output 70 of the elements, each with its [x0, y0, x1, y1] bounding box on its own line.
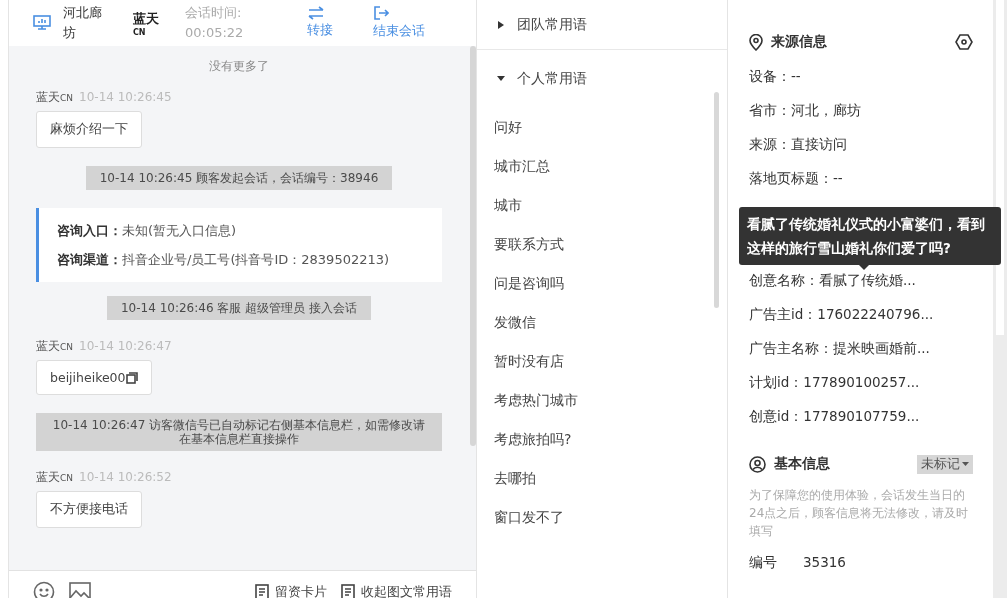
toolbar-button[interactable]: 收起图文常用语 — [341, 582, 452, 598]
location-text: 河北廊坊 — [63, 4, 103, 42]
message-bubble: beijiheike00 — [36, 360, 152, 395]
document-icon — [341, 583, 355, 598]
phrase-item[interactable]: 发微信 — [477, 302, 727, 342]
phrase-item[interactable]: 暂时没有店 — [477, 341, 727, 381]
info-line: 咨询渠道：抖音企业号/员工号(抖音号ID：2839502213) — [57, 251, 391, 269]
swap-arrows-icon — [307, 6, 325, 20]
exit-icon — [373, 5, 389, 21]
message-time: 10-14 10:26:47 — [79, 339, 172, 353]
system-message: 10-14 10:26:45 顾客发起会话，会话编号：38946 — [85, 166, 393, 190]
tag-dropdown[interactable]: 未标记 — [917, 454, 973, 474]
section-title: 来源信息 — [771, 33, 828, 51]
section-title: 基本信息 — [774, 455, 831, 473]
duration-label: 会话时间: — [185, 4, 243, 22]
info-row-text: 广告主名称：提米映画婚前... — [749, 339, 931, 358]
emoji-icon[interactable] — [33, 580, 55, 598]
monitor-icon — [33, 15, 51, 31]
duration-value: 00:05:22 — [185, 24, 245, 42]
scrollbar-thumb[interactable] — [470, 46, 476, 446]
phrase-group-header[interactable]: 团队常用语 — [477, 0, 727, 50]
system-message: 10-14 10:26:46 客服 超级管理员 接入会话 — [107, 296, 371, 320]
phrase-item[interactable]: 考虑旅拍吗? — [477, 419, 727, 459]
info-row-text: 创意id：177890107759... — [749, 407, 921, 426]
info-row-text: 计划id：177890100257... — [749, 373, 921, 392]
toolbar-button[interactable]: 留资卡片 — [255, 582, 327, 598]
info-row-text: 省市：河北，廊坊 — [749, 101, 862, 120]
phrase-item[interactable]: 问好 — [477, 107, 727, 147]
message-bubble: 麻烦介绍一下 — [36, 111, 142, 148]
phrase-item[interactable]: 考虑热门城市 — [477, 380, 727, 420]
info-line: 咨询入口：未知(暂无入口信息) — [57, 222, 238, 240]
field-value: 35316 — [803, 554, 846, 572]
image-icon[interactable] — [69, 581, 91, 598]
info-row-text: 落地页标题：-- — [749, 169, 844, 188]
caret-down-icon — [497, 75, 505, 83]
agent-name: 蓝天 — [133, 9, 160, 28]
info-row-text: 设备：-- — [749, 67, 802, 86]
scrollbar-thumb[interactable] — [996, 0, 1004, 335]
copy-icon[interactable] — [125, 371, 138, 384]
document-icon — [255, 583, 269, 598]
caret-down-icon — [962, 461, 969, 467]
scrollbar[interactable] — [993, 0, 1007, 598]
sender-name: 蓝天CN — [36, 89, 74, 106]
message-bubble: 不方便接电话 — [36, 491, 142, 528]
caret-right-icon — [497, 20, 505, 29]
phrase-item[interactable]: 城市汇总 — [477, 146, 727, 186]
phrase-item[interactable]: 要联系方式 — [477, 224, 727, 264]
phrase-item[interactable]: 窗口发不了 — [477, 497, 727, 537]
tooltip-arrow-icon — [859, 265, 869, 270]
scrollbar-thumb[interactable] — [714, 92, 719, 308]
agent-region-label: CN — [133, 27, 147, 37]
info-row-text: 广告主id：176022240796... — [749, 305, 935, 324]
info-row-text: 创意名称：看腻了传统婚... — [749, 271, 917, 290]
sender-name: 蓝天CN — [36, 338, 74, 355]
location-pin-icon — [749, 33, 763, 51]
transfer-button[interactable]: 转接 — [307, 6, 333, 40]
message-time: 10-14 10:26:45 — [79, 90, 172, 104]
field-label: 编号 — [749, 554, 777, 572]
system-message: 10-14 10:26:47 访客微信号已自动标记右侧基本信息栏，如需修改请在基本信息栏直接操作 — [36, 413, 442, 451]
phrase-item[interactable]: 问是咨询吗 — [477, 263, 727, 303]
phrase-item[interactable]: 城市 — [477, 185, 727, 225]
user-circle-icon — [749, 455, 766, 473]
phrase-group-header[interactable]: 个人常用语 — [477, 50, 727, 108]
phrase-item[interactable]: 去哪拍 — [477, 458, 727, 498]
info-row-text: 来源：直接访问 — [749, 135, 848, 154]
message-time: 10-14 10:26:52 — [79, 470, 172, 484]
settings-icon[interactable] — [955, 33, 973, 51]
sender-name: 蓝天CN — [36, 469, 74, 486]
notice-text: 为了保障您的使用体验，会话发生当日的24点之后，顾客信息将无法修改，请及时填写 — [749, 487, 970, 540]
no-more-text: 没有更多了 — [208, 58, 270, 75]
